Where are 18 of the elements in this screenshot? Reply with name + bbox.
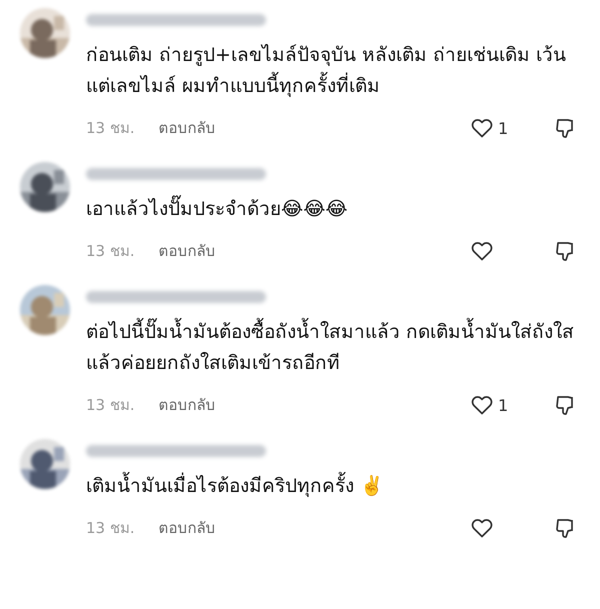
heart-icon[interactable]	[470, 393, 494, 417]
reply-link[interactable]: ตอบกลับ	[158, 516, 216, 540]
reply-link[interactable]: ตอบกลับ	[158, 116, 216, 140]
heart-icon[interactable]	[470, 516, 494, 540]
timestamp: 13 ชม.	[86, 395, 135, 416]
like-count: 1	[498, 118, 508, 138]
reply-link[interactable]: ตอบกลับ	[158, 393, 216, 417]
comment-text: ก่อนเติม ถ่ายรูป+เลขไมล์ปัจจุบัน หลังเติม ถ่ายเช่นเดิม เว้นแต่เลขไมล์ ผมทำแบบนี้ทุกครั้งที่เติม	[86, 43, 568, 99]
comment-text: เอาแล้วไงปั๊มประจำด้วย😂😂😂	[86, 194, 578, 225]
comment-text: เติมน้ำมันเมื่อไรต้องมีคริปทุกครั้ง ✌	[86, 471, 578, 502]
timestamp: 13 ชม.	[86, 518, 135, 539]
comment-text: ต่อไปนี้ปั๊มน้ำมันต้องซื้อถังน้ำใสมาแล้ว กดเติมน้ำมันใส่ถังใสแล้วค่อยยกถังใสเติมเข้ารถอีกที	[86, 317, 578, 379]
reply-link[interactable]: ตอบกลับ	[158, 239, 216, 263]
heart-icon[interactable]	[470, 239, 494, 263]
like-count: 1	[498, 396, 508, 414]
timestamp: 13 ชม.	[86, 118, 135, 139]
heart-icon[interactable]	[470, 116, 494, 140]
timestamp: 13 ชม.	[86, 241, 135, 262]
